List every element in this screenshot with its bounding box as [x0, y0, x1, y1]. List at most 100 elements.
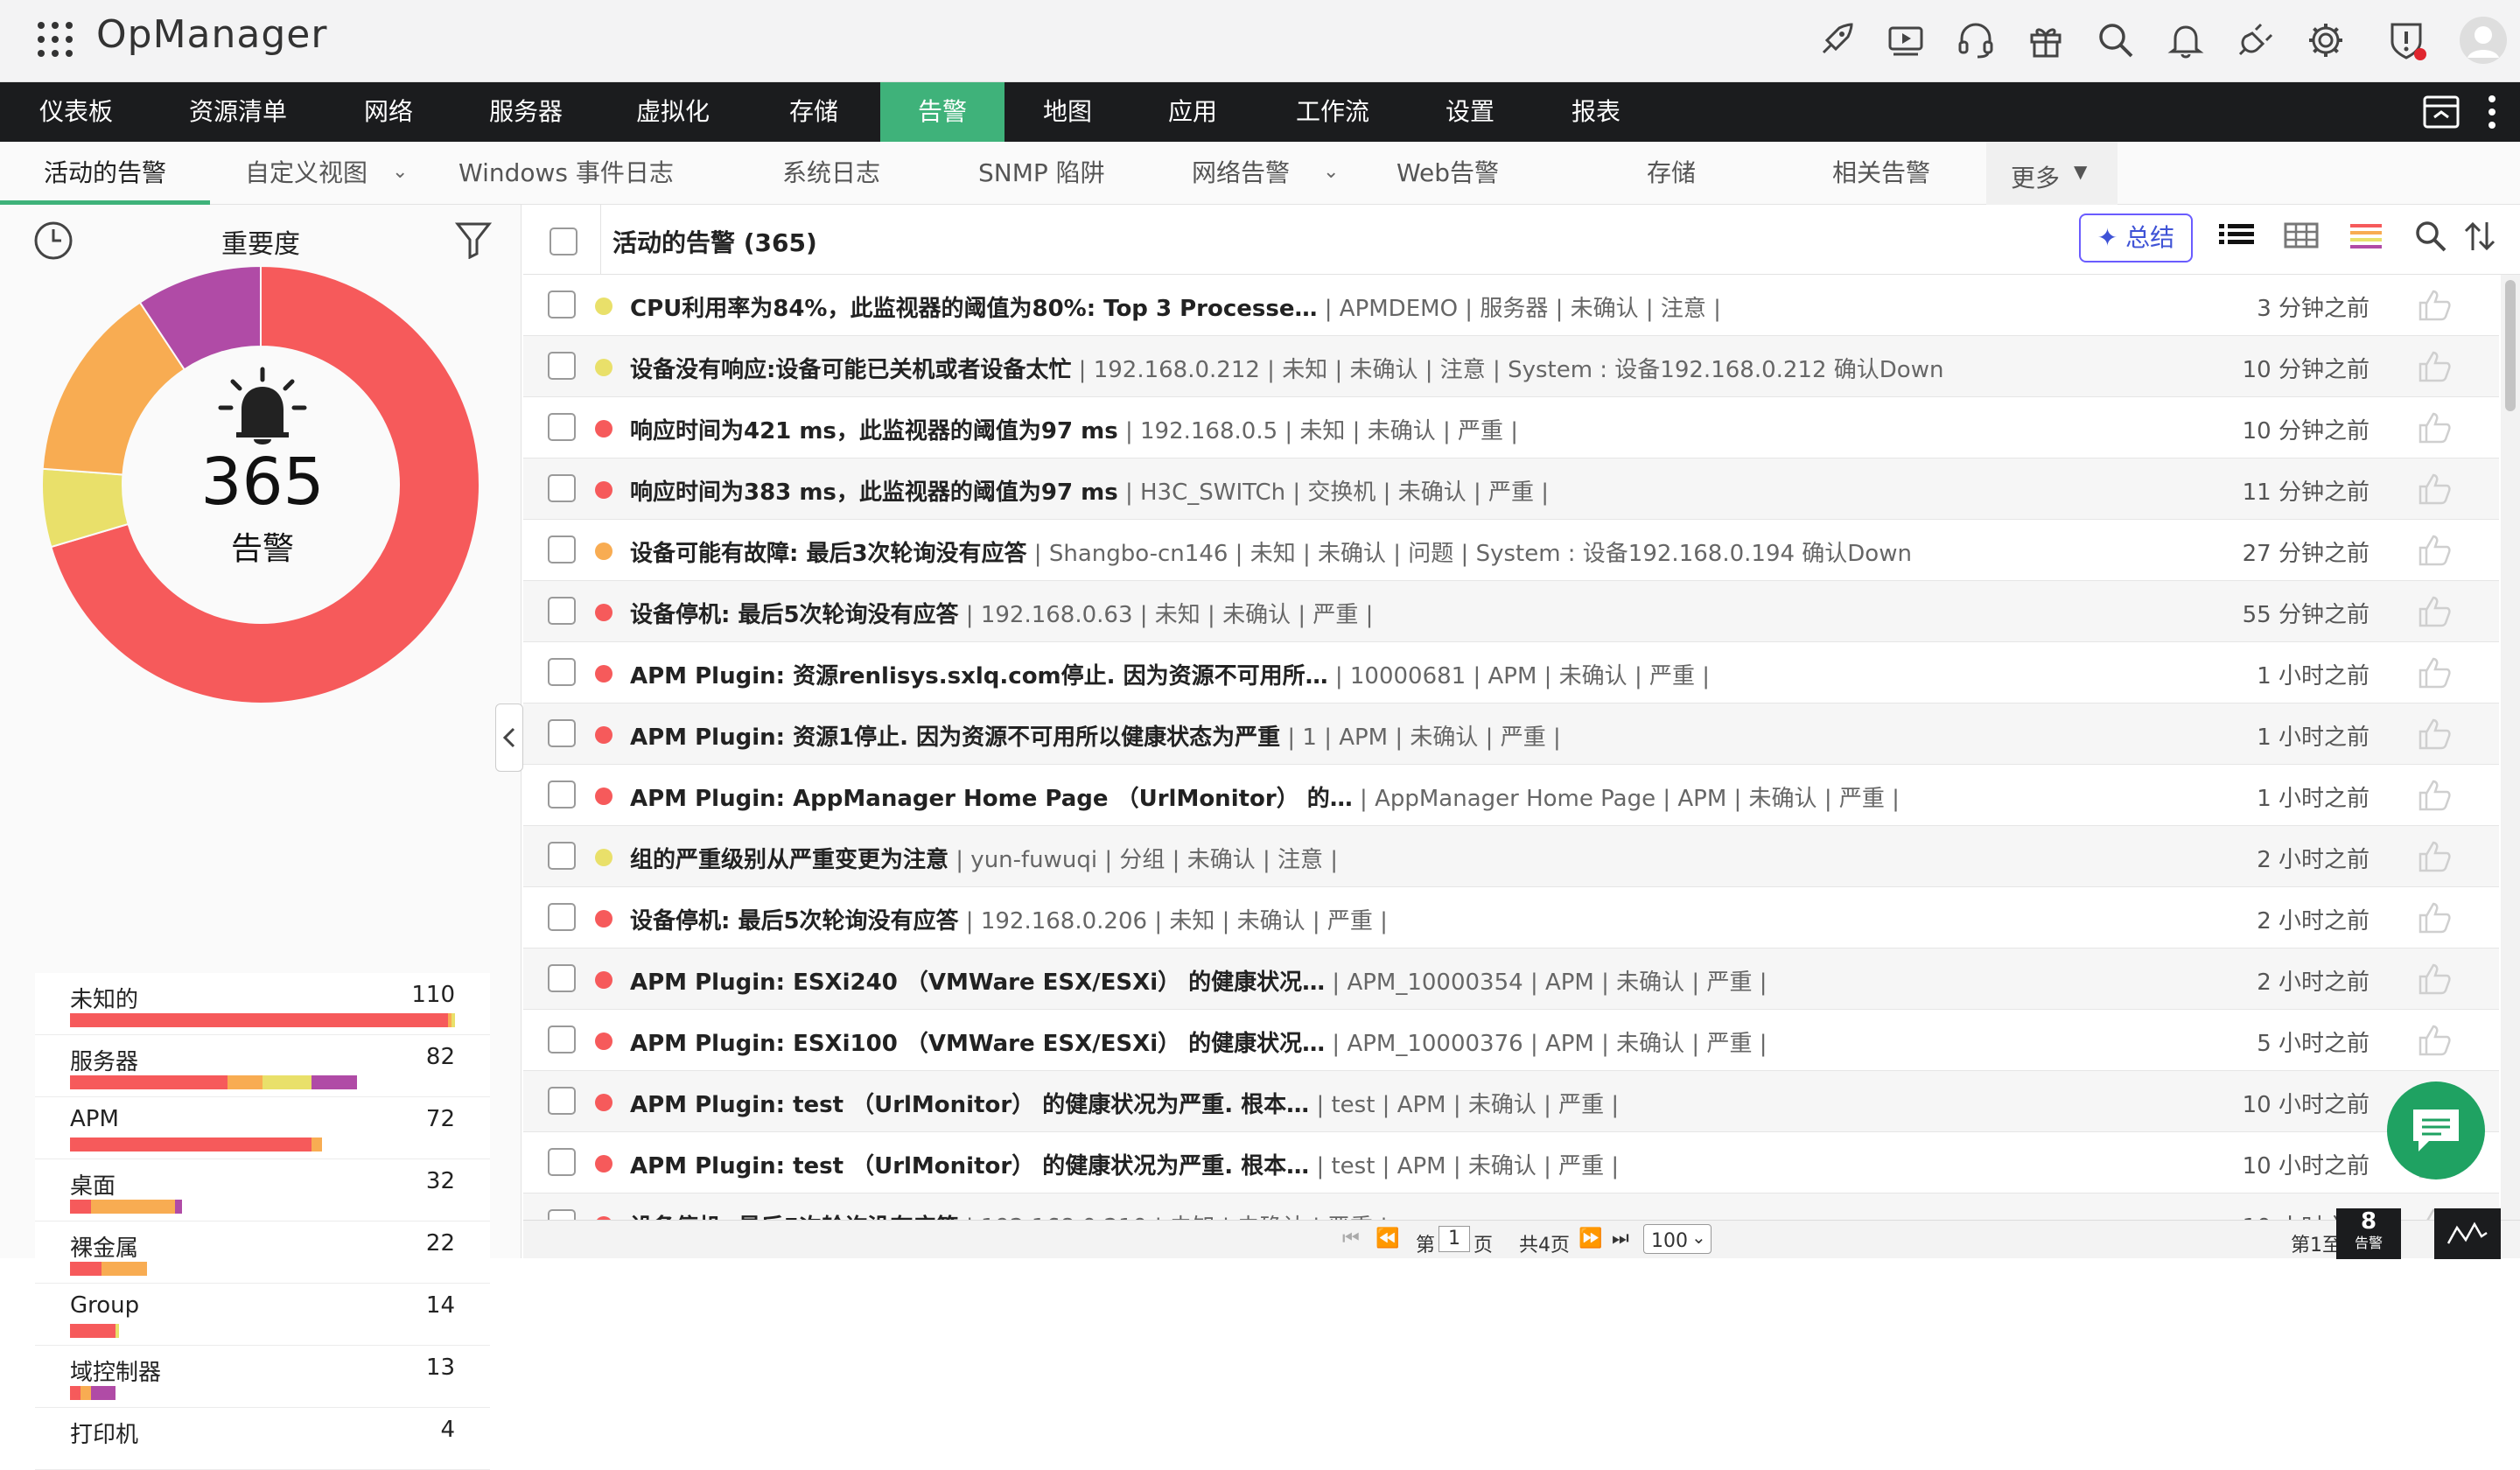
nav-virtualization[interactable]: 虚拟化 [598, 82, 747, 142]
collapse-panel-button[interactable] [495, 704, 523, 772]
row-checkbox[interactable] [548, 536, 576, 564]
acknowledge-thumb-icon[interactable] [2417, 779, 2452, 812]
tab-windows-event-log[interactable]: Windows 事件日志 [458, 142, 674, 205]
nav-workflow[interactable]: 工作流 [1255, 82, 1410, 142]
row-checkbox[interactable] [548, 474, 576, 502]
chevron-down-icon[interactable]: ⌄ [1323, 161, 1339, 183]
alarm-row[interactable]: CPU利用率为84%，此监视器的阈值为80%: Top 3 Processe… … [523, 275, 2499, 336]
alarm-message[interactable]: APM Plugin: ESXi240 （VMWare ESX/ESXi） 的健… [630, 964, 2240, 997]
nav-reports[interactable]: 报表 [1530, 82, 1662, 142]
acknowledge-thumb-icon[interactable] [2417, 901, 2452, 934]
acknowledge-thumb-icon[interactable] [2417, 718, 2452, 751]
shield-alert-icon[interactable] [2385, 19, 2427, 61]
alarm-message[interactable]: APM Plugin: test （UrlMonitor） 的健康状况为严重. … [630, 1087, 2240, 1119]
scrollbar[interactable] [2501, 275, 2520, 1258]
legend-row[interactable]: 未知的 110 [35, 973, 490, 1035]
row-checkbox[interactable] [548, 597, 576, 625]
row-checkbox[interactable] [548, 1148, 576, 1176]
alarm-row[interactable]: 设备可能有故障: 最后3次轮询没有应答 | Shangbo-cn146 | 未知… [523, 520, 2499, 581]
alarm-row[interactable]: 组的严重级别从严重变更为注意 | yun-fuwuqi | 分组 | 未确认 |… [523, 826, 2499, 887]
tab-custom-views[interactable]: 自定义视图 [245, 142, 368, 205]
acknowledge-thumb-icon[interactable] [2417, 840, 2452, 873]
acknowledge-thumb-icon[interactable] [2417, 289, 2452, 322]
nav-alarms[interactable]: 告警 [880, 82, 1004, 142]
first-page-icon[interactable]: ⏮ [1342, 1228, 1360, 1250]
tab-web-alarms[interactable]: Web告警 [1396, 142, 1499, 205]
alarm-message[interactable]: APM Plugin: 资源1停止. 因为资源不可用所以健康状态为严重 | 1 … [630, 719, 2240, 752]
colored-list-view-icon[interactable] [2347, 217, 2385, 256]
alarm-row[interactable]: APM Plugin: ESXi100 （VMWare ESX/ESXi） 的健… [523, 1010, 2499, 1071]
nav-servers[interactable]: 服务器 [453, 82, 598, 142]
headset-icon[interactable] [1955, 19, 1997, 61]
chevron-down-icon[interactable]: ⌄ [392, 161, 408, 183]
row-checkbox[interactable] [548, 413, 576, 441]
alarm-message[interactable]: CPU利用率为84%，此监视器的阈值为80%: Top 3 Processe… … [630, 290, 2240, 323]
alarm-row[interactable]: APM Plugin: test （UrlMonitor） 的健康状况为严重. … [523, 1132, 2499, 1194]
select-all-checkbox[interactable] [550, 228, 578, 256]
apps-grid-icon[interactable] [35, 19, 75, 60]
filter-icon[interactable] [455, 220, 492, 259]
row-checkbox[interactable] [548, 658, 576, 686]
row-checkbox[interactable] [548, 842, 576, 870]
row-checkbox[interactable] [548, 352, 576, 380]
acknowledge-thumb-icon[interactable] [2417, 595, 2452, 628]
alarm-row[interactable]: APM Plugin: 资源renlisys.sxlq.com停止. 因为资源不… [523, 642, 2499, 704]
tab-snmp-traps[interactable]: SNMP 陷阱 [978, 142, 1105, 205]
legend-row[interactable]: 打印机 4 [35, 1408, 490, 1470]
search-icon[interactable] [2412, 217, 2450, 256]
signal-chart-button[interactable] [2434, 1208, 2501, 1259]
alarm-message[interactable]: 设备可能有故障: 最后3次轮询没有应答 | Shangbo-cn146 | 未知… [630, 536, 2240, 568]
rocket-icon[interactable] [1815, 19, 1857, 61]
tab-network-alarms[interactable]: 网络告警 [1192, 142, 1290, 205]
bell-icon[interactable] [2165, 19, 2207, 61]
chat-button[interactable] [2387, 1082, 2485, 1180]
alarm-row[interactable]: 设备没有响应:设备可能已关机或者设备太忙 | 192.168.0.212 | 未… [523, 336, 2499, 397]
acknowledge-thumb-icon[interactable] [2417, 534, 2452, 567]
search-icon[interactable] [2095, 19, 2137, 61]
video-icon[interactable] [1885, 19, 1927, 61]
row-checkbox[interactable] [548, 780, 576, 808]
alarm-message[interactable]: 响应时间为383 ms，此监视器的阈值为97 ms | H3C_SWITCh |… [630, 474, 2240, 507]
alarm-row[interactable]: 响应时间为383 ms，此监视器的阈值为97 ms | H3C_SWITCh |… [523, 458, 2499, 520]
page-number-input[interactable]: 1 [1438, 1226, 1470, 1252]
acknowledge-thumb-icon[interactable] [2417, 1024, 2452, 1057]
alarm-row[interactable]: 设备停机: 最后5次轮询没有应答 | 192.168.0.206 | 未知 | … [523, 887, 2499, 948]
prev-page-icon[interactable]: ⏪ [1376, 1228, 1399, 1250]
nav-dashboard[interactable]: 仪表板 [0, 82, 152, 142]
tab-correlated-alarms[interactable]: 相关告警 [1832, 142, 1930, 205]
tab-active-alarms[interactable]: 活动的告警 [0, 142, 210, 205]
legend-row[interactable]: 域控制器 13 [35, 1346, 490, 1408]
acknowledge-thumb-icon[interactable] [2417, 350, 2452, 383]
tab-storage[interactable]: 存储 [1647, 142, 1696, 205]
acknowledge-thumb-icon[interactable] [2417, 472, 2452, 506]
scrollbar-thumb[interactable] [2505, 280, 2516, 411]
alarm-row[interactable]: APM Plugin: test （UrlMonitor） 的健康状况为严重. … [523, 1071, 2499, 1132]
tab-syslog[interactable]: 系统日志 [782, 142, 880, 205]
acknowledge-thumb-icon[interactable] [2417, 656, 2452, 690]
alarm-message[interactable]: APM Plugin: 资源renlisys.sxlq.com停止. 因为资源不… [630, 658, 2240, 690]
last-page-icon[interactable]: ⏭ [1612, 1228, 1629, 1250]
row-checkbox[interactable] [548, 719, 576, 747]
plug-icon[interactable] [2235, 19, 2277, 61]
grid-view-icon[interactable] [2282, 217, 2320, 256]
legend-row[interactable]: 裸金属 22 [35, 1222, 490, 1284]
legend-row[interactable]: 桌面 32 [35, 1159, 490, 1222]
more-tabs-dropdown[interactable]: 更多 ▼ [1986, 142, 2118, 205]
user-avatar-icon[interactable] [2459, 16, 2508, 65]
alarm-row[interactable]: APM Plugin: AppManager Home Page （UrlMon… [523, 765, 2499, 826]
row-checkbox[interactable] [548, 903, 576, 931]
nav-storage[interactable]: 存储 [747, 82, 880, 142]
alarm-row[interactable]: 响应时间为421 ms，此监视器的阈值为97 ms | 192.168.0.5 … [523, 397, 2499, 458]
gear-icon[interactable] [2305, 19, 2347, 61]
acknowledge-thumb-icon[interactable] [2417, 962, 2452, 996]
nav-network[interactable]: 网络 [324, 82, 453, 142]
legend-row[interactable]: Group 14 [35, 1284, 490, 1346]
row-checkbox[interactable] [548, 1026, 576, 1054]
row-checkbox[interactable] [548, 1087, 576, 1115]
alarm-message[interactable]: APM Plugin: ESXi100 （VMWare ESX/ESXi） 的健… [630, 1026, 2240, 1058]
list-view-icon[interactable] [2217, 217, 2256, 256]
alarm-message[interactable]: 组的严重级别从严重变更为注意 | yun-fuwuqi | 分组 | 未确认 |… [630, 842, 2240, 874]
next-page-icon[interactable]: ⏩ [1578, 1228, 1602, 1250]
alarm-message[interactable]: APM Plugin: AppManager Home Page （UrlMon… [630, 780, 2240, 813]
sort-icon[interactable] [2460, 217, 2499, 256]
